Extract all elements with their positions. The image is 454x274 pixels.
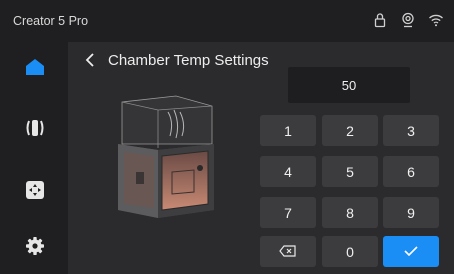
nav-settings[interactable] — [20, 233, 50, 263]
key-1[interactable]: 1 — [260, 115, 316, 146]
key-8[interactable]: 8 — [322, 197, 378, 228]
backspace-key[interactable] — [260, 236, 316, 267]
top-bar: Creator 5 Pro — [0, 0, 454, 42]
move-icon — [24, 179, 46, 206]
key-6[interactable]: 6 — [383, 156, 439, 187]
sidebar — [0, 42, 68, 274]
wifi-icon[interactable] — [428, 12, 444, 28]
key-9[interactable]: 9 — [383, 197, 439, 228]
filament-icon — [24, 117, 46, 144]
printer-illustration — [108, 92, 228, 222]
key-0[interactable]: 0 — [322, 236, 378, 267]
home-icon — [24, 56, 46, 83]
camera-icon[interactable] — [400, 12, 416, 28]
key-5[interactable]: 5 — [322, 156, 378, 187]
lock-icon[interactable] — [372, 12, 388, 28]
main-panel: Chamber Temp Settings 50 1 2 3 4 5 6 7 8… — [68, 42, 454, 274]
status-icons — [372, 12, 444, 28]
key-2[interactable]: 2 — [322, 115, 378, 146]
key-3[interactable]: 3 — [383, 115, 439, 146]
key-4[interactable]: 4 — [260, 156, 316, 187]
checkmark-icon — [403, 244, 419, 260]
nav-move[interactable] — [20, 177, 50, 207]
back-button[interactable] — [82, 51, 98, 69]
page-title: Chamber Temp Settings — [108, 52, 269, 69]
key-7[interactable]: 7 — [260, 197, 316, 228]
confirm-button[interactable] — [383, 236, 439, 267]
app-title: Creator 5 Pro — [13, 14, 89, 28]
backspace-icon — [279, 244, 297, 260]
nav-home[interactable] — [20, 54, 50, 84]
temperature-input[interactable]: 50 — [288, 67, 410, 103]
settings-icon — [24, 235, 46, 262]
nav-filament[interactable] — [20, 115, 50, 145]
